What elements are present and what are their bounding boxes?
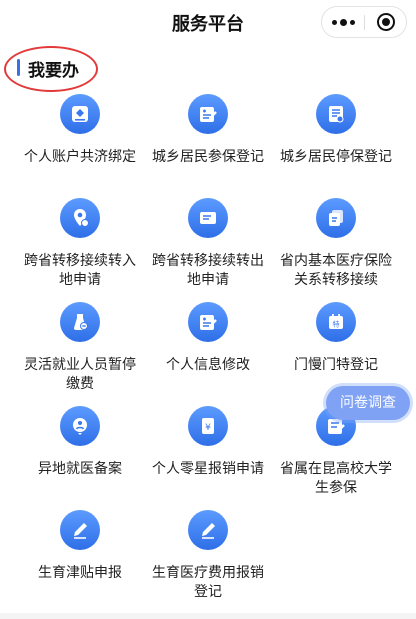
service-item-remote-medical[interactable]: 异地就医备案 (16, 406, 144, 510)
remote-medical-icon (60, 406, 100, 446)
service-item-maternity-allowance[interactable]: 生育津贴申报 (16, 510, 144, 614)
svg-text:特: 特 (333, 320, 340, 329)
service-label: 异地就医备案 (38, 461, 122, 477)
service-label: 跨省转移接续转入地申请 (24, 253, 136, 288)
edit-info-icon (188, 302, 228, 342)
service-label: 省内基本医疗保险关系转移接续 (280, 253, 392, 288)
service-item-pause-payment[interactable]: 灵活就业人员暂停缴费 (16, 302, 144, 406)
service-item-reimbursement[interactable]: ¥ 个人零星报销申请 (144, 406, 272, 510)
transfer-copy-icon (316, 198, 356, 238)
service-item-stop-insurance[interactable]: 城乡居民停保登记 (272, 94, 400, 198)
service-label: 城乡居民参保登记 (152, 149, 264, 165)
service-label: 门慢门特登记 (294, 357, 378, 373)
service-item-transfer-out[interactable]: 跨省转移接续转出地申请 (144, 198, 272, 302)
pen-icon (188, 510, 228, 550)
capsule-divider (364, 15, 365, 30)
more-options-icon[interactable] (322, 7, 364, 37)
service-label: 省属在昆高校大学生参保 (280, 461, 392, 496)
service-item-account-binding[interactable]: 个人账户共济绑定 (16, 94, 144, 198)
service-label: 生育津贴申报 (38, 565, 122, 581)
service-label: 个人信息修改 (166, 357, 250, 373)
service-item-province-transfer[interactable]: 省内基本医疗保险关系转移接续 (272, 198, 400, 302)
mini-program-capsule (321, 6, 407, 38)
service-label: 个人账户共济绑定 (24, 149, 136, 165)
pause-payment-icon (60, 302, 100, 342)
calendar-special-icon: 特 (316, 302, 356, 342)
service-item-student-insurance[interactable]: 省属在昆高校大学生参保 (272, 406, 400, 510)
location-transfer-icon (60, 198, 100, 238)
service-label: 灵活就业人员暂停缴费 (24, 357, 136, 392)
survey-button[interactable]: 问卷调查 (326, 386, 410, 420)
annotation-circle (4, 46, 98, 92)
service-grid: 个人账户共济绑定 城乡居民参保登记 城乡居民停保登记 跨省转移接续转入地申请 跨… (16, 94, 400, 614)
register-form-icon (188, 94, 228, 134)
service-item-register[interactable]: 城乡居民参保登记 (144, 94, 272, 198)
reimbursement-icon: ¥ (188, 406, 228, 446)
pen-icon (60, 510, 100, 550)
service-item-edit-info[interactable]: 个人信息修改 (144, 302, 272, 406)
service-item-maternity-reimbursement[interactable]: 生育医疗费用报销登记 (144, 510, 272, 614)
bottom-edge (0, 613, 416, 619)
account-binding-icon (60, 94, 100, 134)
service-label: 跨省转移接续转出地申请 (152, 253, 264, 288)
service-label: 城乡居民停保登记 (280, 149, 392, 165)
close-target-icon[interactable] (377, 13, 395, 31)
transfer-out-card-icon (188, 198, 228, 238)
service-label: 生育医疗费用报销登记 (152, 565, 264, 600)
service-label: 个人零星报销申请 (152, 461, 264, 477)
svg-text:¥: ¥ (205, 423, 211, 433)
stop-insurance-icon (316, 94, 356, 134)
service-item-transfer-in[interactable]: 跨省转移接续转入地申请 (16, 198, 144, 302)
top-bar: 服务平台 (0, 0, 416, 48)
